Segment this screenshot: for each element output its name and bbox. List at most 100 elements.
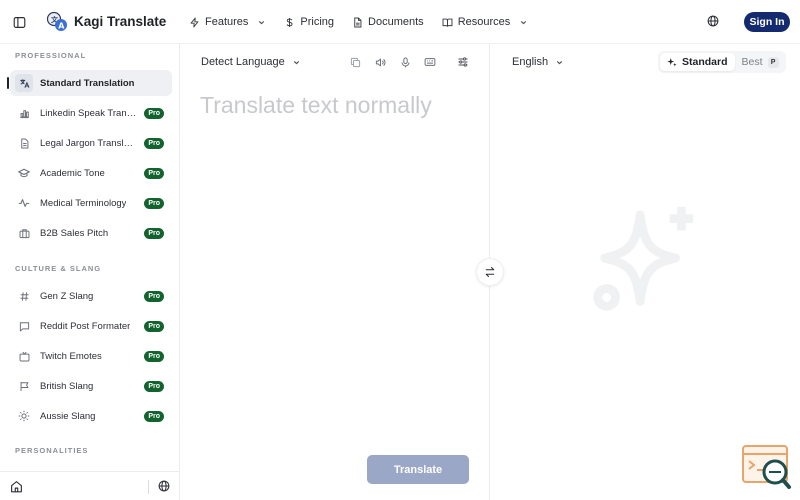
- swap-arrows-icon: [485, 266, 495, 278]
- nav-label: Resources: [457, 16, 511, 28]
- nav-documents[interactable]: Documents: [343, 12, 433, 32]
- brand[interactable]: 文 A Kagi Translate: [46, 10, 166, 32]
- document-icon: [354, 17, 362, 27]
- source-toolbar: [349, 56, 482, 68]
- section-title-culture-slang: CULTURE & SLANG: [15, 264, 102, 273]
- nav-pricing[interactable]: Pricing: [275, 12, 343, 32]
- language-globe-icon[interactable]: [707, 15, 721, 29]
- hash-icon: [18, 290, 30, 302]
- sidebar-item-british-slang[interactable]: British Slang Pro: [10, 373, 172, 399]
- sidebar-item-label: British Slang: [40, 380, 94, 392]
- sidebar-item-label: Legal Jargon Translator: [40, 137, 138, 149]
- bar-chart-icon: [18, 107, 30, 119]
- empty-state-sparkle-icon: [587, 201, 705, 319]
- sidebar-item-label: Standard Translation: [40, 77, 135, 89]
- source-language-label: Detect Language: [201, 56, 285, 68]
- sidebar-item-standard-translation[interactable]: Standard Translation: [7, 70, 172, 96]
- sidebar-item-label: Academic Tone: [40, 167, 105, 179]
- mode-label: Standard: [682, 56, 728, 68]
- copy-icon[interactable]: [349, 56, 361, 68]
- nav-label: Features: [205, 16, 249, 28]
- graduation-cap-icon: [18, 167, 30, 179]
- translate-icon: [15, 74, 33, 92]
- keyboard-icon[interactable]: [424, 56, 436, 68]
- sidebar-item-aussie-slang[interactable]: Aussie Slang Pro: [10, 403, 172, 429]
- sidebar-item-b2b-sales-pitch[interactable]: B2B Sales Pitch Pro: [10, 220, 172, 246]
- nav-resources[interactable]: Resources: [433, 12, 538, 32]
- sidebar-item-medical-terminology[interactable]: Medical Terminology Pro: [10, 190, 172, 216]
- terminal-search-icon[interactable]: [741, 444, 793, 492]
- chevron-down-icon: [259, 20, 265, 24]
- sidebar: PROFESSIONAL Standard Translation Linked…: [0, 44, 180, 500]
- target-language-select[interactable]: English: [512, 56, 564, 68]
- sun-icon: [18, 410, 30, 422]
- divider: [148, 480, 149, 494]
- source-language-select[interactable]: Detect Language: [201, 56, 301, 68]
- speaker-icon[interactable]: [374, 56, 386, 68]
- chevron-down-icon: [293, 60, 299, 64]
- quality-mode-toggle: Standard Best P: [658, 51, 786, 73]
- swap-languages-button[interactable]: [476, 258, 504, 286]
- settings-sliders-icon[interactable]: [457, 56, 469, 68]
- home-icon[interactable]: [10, 480, 23, 493]
- main-nav: Features Pricing Documents Resources: [180, 12, 537, 32]
- source-pane: Detect Language Translate: [181, 44, 490, 500]
- sidebar-item-label: Medical Terminology: [40, 197, 127, 209]
- top-navigation: 文 A Kagi Translate Features Pricing Docu…: [0, 0, 800, 44]
- sign-in-button[interactable]: Sign In: [744, 12, 790, 32]
- sidebar-item-reddit-post-formater[interactable]: Reddit Post Formater Pro: [10, 313, 172, 339]
- pro-badge: Pro: [144, 381, 164, 392]
- zap-icon: [190, 17, 199, 27]
- nav-label: Pricing: [300, 16, 335, 28]
- app-title: Kagi Translate: [74, 13, 167, 29]
- book-icon: [442, 18, 453, 27]
- pro-badge: Pro: [144, 321, 164, 332]
- pro-badge: Pro: [144, 291, 164, 302]
- pro-badge: Pro: [144, 411, 164, 422]
- sidebar-item-label: Aussie Slang: [40, 410, 96, 422]
- sidebar-item-academic-tone[interactable]: Academic Tone Pro: [10, 160, 172, 186]
- chevron-down-icon: [521, 20, 527, 24]
- globe-icon[interactable]: [158, 480, 171, 493]
- tv-icon: [18, 350, 30, 362]
- pro-badge: Pro: [144, 108, 164, 119]
- sidebar-item-label: Gen Z Slang: [40, 290, 94, 302]
- mode-label: Best: [741, 56, 763, 68]
- sidebar-item-linkedin-speak[interactable]: Linkedin Speak Translator Pro: [10, 100, 172, 126]
- kagi-logo-icon: 文 A: [46, 10, 68, 32]
- section-title-personalities: PERSONALITIES: [15, 446, 89, 455]
- pro-badge: Pro: [144, 168, 164, 179]
- sidebar-item-label: Twitch Emotes: [40, 350, 102, 362]
- mode-best[interactable]: Best P: [735, 53, 786, 71]
- sidebar-toggle-icon[interactable]: [11, 14, 27, 30]
- target-pane: English Standard Best P: [491, 44, 800, 500]
- sidebar-item-label: B2B Sales Pitch: [40, 227, 109, 239]
- pro-badge: Pro: [144, 228, 164, 239]
- sidebar-item-twitch-emotes[interactable]: Twitch Emotes Pro: [10, 343, 172, 369]
- sparkle-icon: [667, 57, 677, 67]
- pulse-icon: [18, 197, 30, 209]
- briefcase-icon: [18, 227, 30, 239]
- sidebar-item-legal-jargon[interactable]: Legal Jargon Translator Pro: [10, 130, 172, 156]
- file-icon: [18, 137, 30, 149]
- section-title-professional: PROFESSIONAL: [15, 51, 87, 60]
- pro-p-badge: P: [767, 56, 779, 68]
- dollar-icon: [287, 17, 293, 27]
- sidebar-footer: [0, 471, 180, 500]
- nav-label: Documents: [368, 16, 424, 28]
- pro-badge: Pro: [144, 138, 164, 149]
- nav-features[interactable]: Features: [180, 12, 275, 32]
- message-square-icon: [18, 320, 30, 332]
- mode-standard[interactable]: Standard: [660, 53, 735, 71]
- translate-button[interactable]: Translate: [367, 455, 469, 484]
- active-indicator: [7, 77, 9, 89]
- sidebar-item-label: Linkedin Speak Translator: [40, 107, 138, 119]
- pro-badge: Pro: [144, 198, 164, 209]
- sidebar-item-label: Reddit Post Formater: [40, 320, 131, 332]
- target-language-label: English: [512, 56, 549, 68]
- svg-text:A: A: [58, 21, 65, 30]
- chevron-down-icon: [556, 60, 563, 64]
- microphone-icon[interactable]: [399, 56, 411, 68]
- source-text-input[interactable]: [200, 88, 480, 122]
- sidebar-item-gen-z-slang[interactable]: Gen Z Slang Pro: [10, 283, 172, 309]
